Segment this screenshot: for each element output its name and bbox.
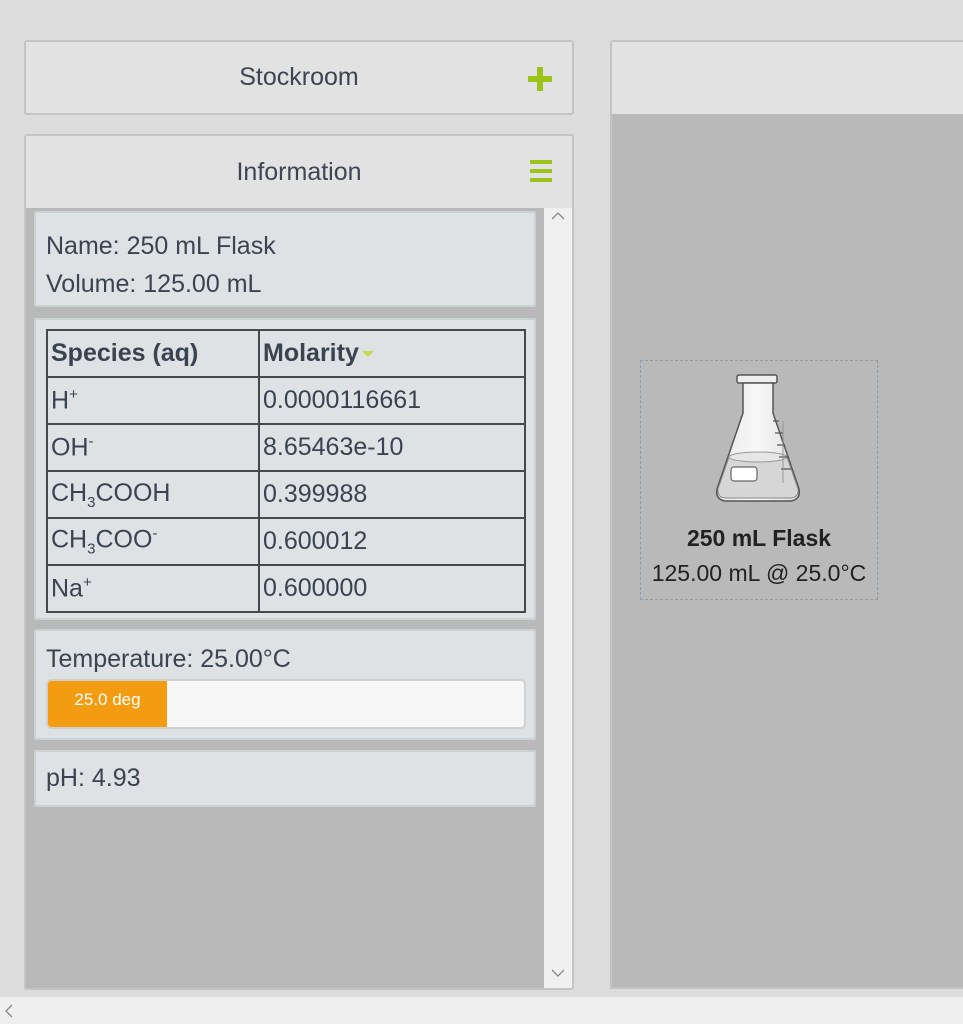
flask-status: 125.00 mL @ 25.0°C	[651, 560, 867, 586]
information-header[interactable]: Information	[24, 134, 574, 210]
table-row: CH3COO- 0.600012	[46, 517, 526, 566]
flask-name: 250 mL Flask	[686, 525, 832, 551]
erlenmeyer-flask-icon[interactable]	[711, 371, 807, 516]
table-header-row: Species (aq) Molarity	[46, 329, 526, 378]
plus-icon[interactable]	[528, 67, 552, 91]
molarity-cell: 0.399988	[258, 470, 526, 519]
menu-icon[interactable]	[530, 160, 552, 182]
table-row: H+ 0.0000116661	[46, 376, 526, 425]
species-table: Species (aq) Molarity H+ 0.0000116661 OH…	[46, 329, 526, 613]
molarity-column-header[interactable]: Molarity	[258, 329, 526, 378]
solution-volume: Volume: 125.00 mL	[46, 270, 262, 298]
species-cell: CH3COOH	[46, 470, 260, 519]
stockroom-title: Stockroom	[239, 63, 359, 91]
vertical-scrollbar[interactable]	[544, 208, 572, 988]
table-row: CH3COOH 0.399988	[46, 470, 526, 519]
ph-value: pH: 4.93	[46, 764, 141, 792]
stockroom-header[interactable]: Stockroom	[24, 40, 574, 115]
scroll-up-icon[interactable]	[551, 211, 565, 225]
molarity-cell: 0.600012	[258, 517, 526, 566]
molarity-cell: 0.600000	[258, 564, 526, 613]
ph-card: pH: 4.93	[34, 750, 536, 807]
species-cell: H+	[46, 376, 260, 425]
temperature-card: Temperature: 25.00°C 25.0 deg	[34, 629, 536, 740]
solution-summary-card: Name: 250 mL Flask Volume: 125.00 mL	[34, 211, 536, 307]
scroll-left-icon[interactable]	[4, 1004, 14, 1023]
sort-down-icon[interactable]	[361, 351, 374, 358]
molarity-cell: 0.0000116661	[258, 376, 526, 425]
information-title: Information	[236, 158, 362, 186]
species-cell: CH3COO-	[46, 517, 260, 566]
solution-name: Name: 250 mL Flask	[46, 232, 276, 260]
workbench-header	[610, 40, 963, 115]
flask-item[interactable]: 250 mL Flask 125.00 mL @ 25.0°C	[640, 360, 878, 600]
species-cell: Na+	[46, 564, 260, 613]
species-column-header[interactable]: Species (aq)	[46, 329, 260, 378]
molarity-cell: 8.65463e-10	[258, 423, 526, 472]
temperature-label: Temperature: 25.00°C	[46, 645, 291, 673]
temperature-bar-fill: 25.0 deg	[48, 681, 167, 727]
temperature-bar: 25.0 deg	[46, 679, 526, 729]
horizontal-scrollbar[interactable]	[0, 997, 963, 1024]
scroll-down-icon[interactable]	[551, 968, 565, 982]
table-row: OH- 8.65463e-10	[46, 423, 526, 472]
species-cell: OH-	[46, 423, 260, 472]
table-row: Na+ 0.600000	[46, 564, 526, 613]
species-table-card: Species (aq) Molarity H+ 0.0000116661 OH…	[34, 318, 536, 620]
